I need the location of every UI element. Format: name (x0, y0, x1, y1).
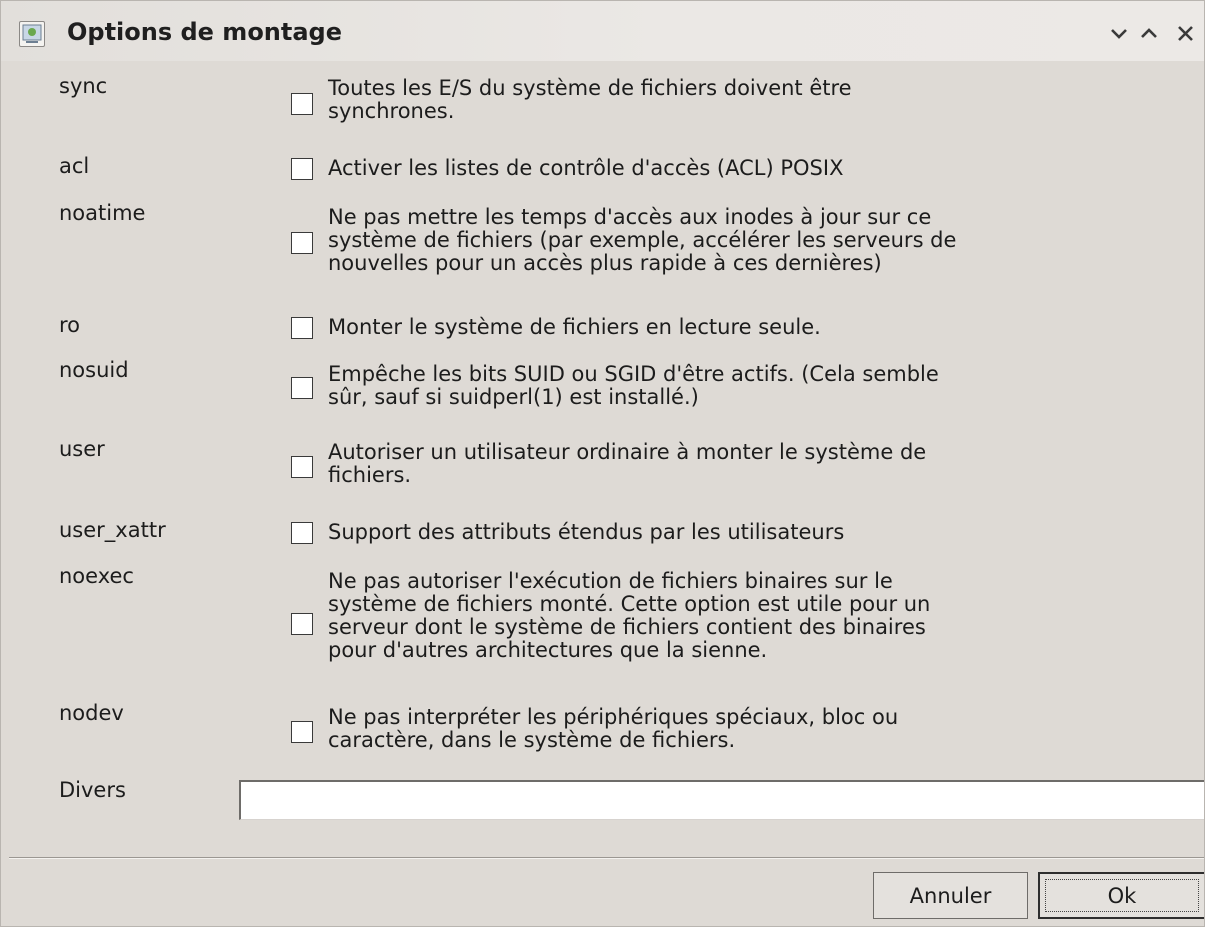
close-icon (1178, 26, 1193, 41)
misc-options-input[interactable] (239, 780, 1204, 820)
description-line: Ne pas mettre les temps d'accès aux inod… (328, 205, 932, 229)
ok-button-label: Ok (1107, 883, 1137, 908)
option-label-noexec: noexec (59, 564, 134, 588)
option-label-sync: sync (59, 74, 108, 98)
description-line: fichiers. (328, 463, 412, 487)
minimize-button[interactable] (1108, 21, 1130, 45)
description-line: Ne pas autoriser l'exécution de fichiers… (328, 569, 893, 593)
option-description-nodev: Ne pas interpréter les périphériques spé… (328, 706, 898, 752)
checkbox-noatime[interactable] (291, 232, 313, 254)
ok-button[interactable]: Ok (1038, 872, 1204, 919)
close-button[interactable] (1175, 21, 1197, 45)
option-description-sync: Toutes les E/S du système de fichiers do… (328, 77, 852, 123)
option-label-ro: ro (59, 313, 81, 337)
description-line: Activer les listes de contrôle d'accès (… (328, 156, 844, 180)
description-line: Toutes les E/S du système de fichiers do… (328, 76, 852, 100)
description-line: serveur dont le système de fichiers cont… (328, 615, 926, 639)
description-line: synchrones. (328, 99, 455, 123)
option-label-acl: acl (59, 154, 90, 178)
checkbox-ro[interactable] (291, 317, 313, 339)
mount-options-dialog: Options de montage sync Toutes les E/S d… (0, 0, 1205, 927)
description-line: Ne pas interpréter les périphériques spé… (328, 705, 899, 729)
cancel-button[interactable]: Annuler (873, 872, 1028, 919)
description-line: nouvelles pour un accès plus rapide à ce… (328, 251, 882, 275)
separator (9, 857, 1204, 859)
window-title: Options de montage (67, 18, 343, 46)
title-bar[interactable]: Options de montage (1, 1, 1204, 61)
option-description-ro: Monter le système de fichiers en lecture… (328, 316, 821, 339)
maximize-icon (1141, 28, 1157, 38)
option-label-nodev: nodev (59, 701, 124, 725)
description-line: Empêche les bits SUID ou SGID d'être act… (328, 362, 939, 386)
option-label-noatime: noatime (59, 201, 146, 225)
option-description-noatime: Ne pas mettre les temps d'accès aux inod… (328, 206, 956, 275)
option-description-nosuid: Empêche les bits SUID ou SGID d'être act… (328, 363, 939, 409)
checkbox-nosuid[interactable] (291, 377, 313, 399)
checkbox-sync[interactable] (291, 93, 313, 115)
minimize-icon (1111, 29, 1127, 39)
checkbox-user[interactable] (291, 456, 313, 478)
description-line: caractère, dans le système de fichiers. (328, 728, 736, 752)
description-line: système de fichiers (par exemple, accélé… (328, 228, 957, 252)
option-description-user: Autoriser un utilisateur ordinaire à mon… (328, 441, 926, 487)
cancel-button-label: Annuler (909, 883, 992, 908)
option-label-user-xattr: user_xattr (59, 518, 166, 542)
option-label-user: user (59, 437, 105, 461)
checkbox-nodev[interactable] (291, 721, 313, 743)
description-line: sûr, sauf si suidperl(1) est installé.) (328, 385, 699, 409)
description-line: Monter le système de fichiers en lecture… (328, 315, 821, 339)
option-description-noexec: Ne pas autoriser l'exécution de fichiers… (328, 570, 930, 662)
option-description-acl: Activer les listes de contrôle d'accès (… (328, 157, 843, 180)
checkbox-noexec[interactable] (291, 613, 313, 635)
description-line: Support des attributs étendus par les ut… (328, 520, 845, 544)
checkbox-user-xattr[interactable] (291, 522, 313, 544)
description-line: Autoriser un utilisateur ordinaire à mon… (328, 440, 927, 464)
maximize-button[interactable] (1138, 21, 1160, 45)
description-line: pour d'autres architectures que la sienn… (328, 638, 768, 662)
checkbox-acl[interactable] (291, 158, 313, 180)
option-description-user-xattr: Support des attributs étendus par les ut… (328, 521, 844, 544)
misc-label: Divers (59, 778, 126, 802)
option-label-nosuid: nosuid (59, 358, 129, 382)
app-icon (19, 21, 45, 47)
description-line: système de fichiers monté. Cette option … (328, 592, 931, 616)
